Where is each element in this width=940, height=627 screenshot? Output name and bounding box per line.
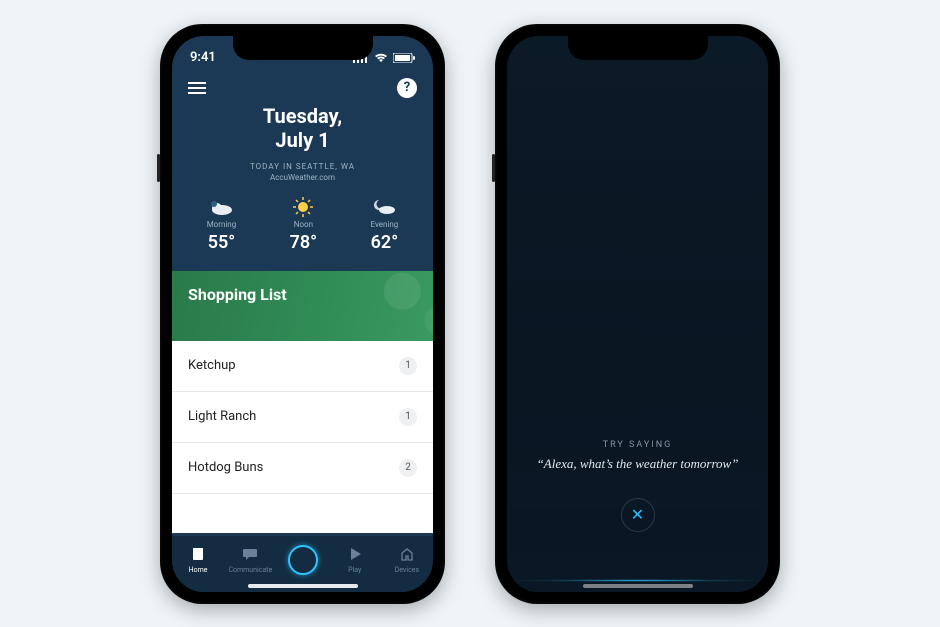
home-icon: [189, 545, 207, 563]
screen-home: 9:41 ? Tuesday, July 1 TOD: [172, 36, 433, 592]
wifi-icon: [374, 53, 388, 63]
try-saying-label: TRY SAYING: [603, 440, 673, 450]
forecast-evening[interactable]: Evening 62°: [371, 196, 399, 253]
nav-label: Devices: [395, 566, 419, 574]
list-item[interactable]: Ketchup 1: [172, 341, 433, 392]
notch: [568, 36, 708, 60]
weather-source-label: AccuWeather.com: [172, 173, 433, 182]
screen-voice: TRY SAYING “Alexa, what’s the weather to…: [507, 36, 768, 592]
forecast-label: Evening: [371, 220, 399, 229]
date-display: Tuesday, July 1: [172, 104, 433, 152]
item-count-badge: 1: [399, 357, 417, 375]
forecast-label: Noon: [290, 220, 318, 229]
nav-communicate[interactable]: Communicate: [224, 545, 276, 574]
forecast-noon[interactable]: Noon 78°: [290, 196, 318, 253]
battery-icon: [393, 53, 415, 63]
nav-label: Home: [189, 566, 208, 574]
shopping-card: Shopping List Ketchup 1 Light Ranch 1 Ho…: [172, 271, 433, 533]
date-weekday: Tuesday,: [172, 104, 433, 128]
voice-overlay: TRY SAYING “Alexa, what’s the weather to…: [507, 36, 768, 592]
cloud-icon: [207, 196, 237, 218]
nav-play[interactable]: Play: [329, 545, 381, 574]
nav-label: Play: [348, 566, 361, 574]
date-monthday: July 1: [172, 128, 433, 152]
menu-icon[interactable]: [188, 82, 206, 94]
forecast-row: Morning 55° Noon 78° Evening 62°: [172, 182, 433, 271]
notch: [233, 36, 373, 60]
nav-home[interactable]: Home: [172, 545, 224, 574]
close-voice-button[interactable]: ✕: [621, 498, 655, 532]
forecast-temp: 78°: [290, 232, 318, 253]
item-count-badge: 2: [399, 459, 417, 477]
status-time: 9:41: [190, 50, 216, 65]
shopping-list-header[interactable]: Shopping List: [172, 271, 433, 341]
forecast-temp: 62°: [371, 232, 399, 253]
shopping-list-title: Shopping List: [188, 285, 287, 304]
help-button[interactable]: ?: [397, 78, 417, 98]
moon-cloud-icon: [371, 196, 399, 218]
voice-suggestion-text: “Alexa, what’s the weather tomorrow”: [537, 456, 739, 472]
voice-activity-bar: [507, 579, 768, 582]
list-item[interactable]: Light Ranch 1: [172, 392, 433, 443]
weather-location-label: TODAY IN SEATTLE, WA: [172, 162, 433, 171]
item-name: Light Ranch: [188, 409, 256, 424]
nav-label: Communicate: [228, 566, 272, 574]
sun-icon: [290, 196, 318, 218]
home-indicator[interactable]: [248, 584, 358, 588]
item-name: Hotdog Buns: [188, 460, 263, 475]
forecast-morning[interactable]: Morning 55°: [207, 196, 237, 253]
item-count-badge: 1: [399, 408, 417, 426]
chat-icon: [241, 545, 259, 563]
item-name: Ketchup: [188, 358, 236, 373]
close-icon: ✕: [631, 505, 644, 524]
list-item[interactable]: Hotdog Buns 2: [172, 443, 433, 494]
devices-icon: [398, 545, 416, 563]
top-bar: ?: [172, 72, 433, 102]
alexa-ring-icon: [288, 545, 318, 575]
home-indicator[interactable]: [583, 584, 693, 588]
forecast-label: Morning: [207, 220, 237, 229]
forecast-temp: 55°: [207, 232, 237, 253]
phone-frame-right: TRY SAYING “Alexa, what’s the weather to…: [495, 24, 780, 604]
play-icon: [346, 545, 364, 563]
nav-devices[interactable]: Devices: [381, 545, 433, 574]
nav-alexa[interactable]: [276, 545, 328, 575]
phone-frame-left: 9:41 ? Tuesday, July 1 TOD: [160, 24, 445, 604]
